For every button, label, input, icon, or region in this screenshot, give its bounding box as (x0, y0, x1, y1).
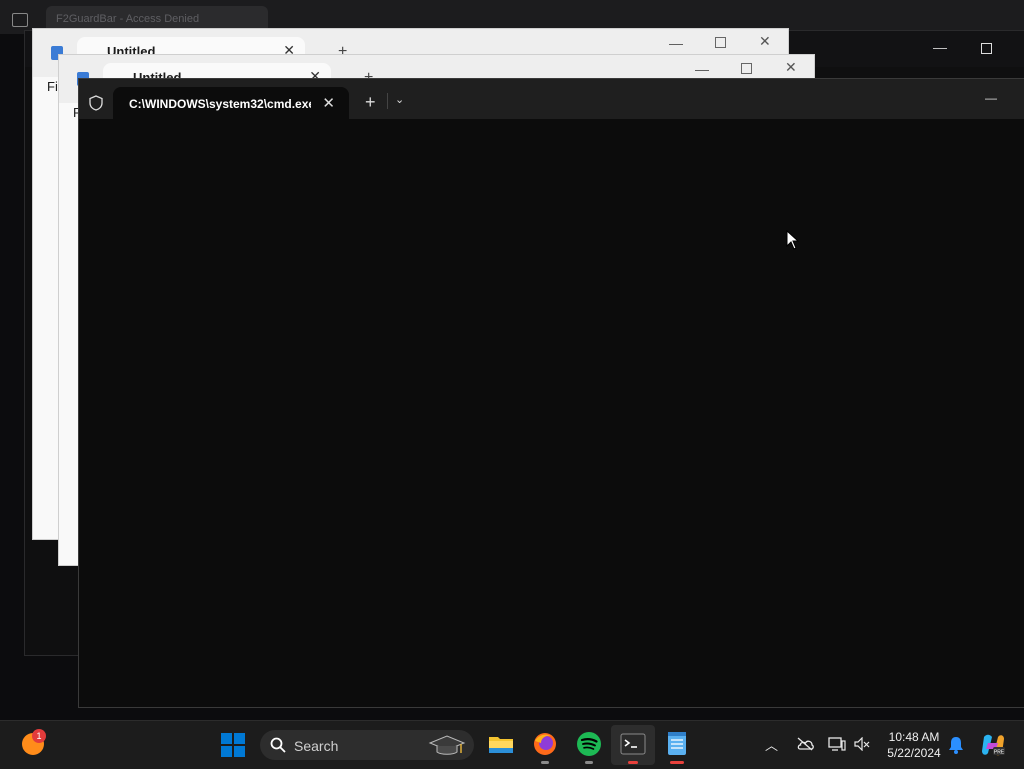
window-switcher-icon[interactable] (12, 13, 28, 27)
notepad-icon[interactable] (664, 731, 690, 757)
maximize-icon[interactable] (981, 43, 992, 54)
notification-badge: 1 (32, 729, 46, 743)
spotify-icon[interactable] (576, 731, 602, 757)
close-icon[interactable]: ✕ (785, 59, 797, 76)
file-explorer-icon[interactable] (488, 731, 514, 757)
search-placeholder: Search (294, 738, 339, 754)
minimize-icon[interactable]: — (695, 61, 709, 77)
close-icon[interactable]: ✕ (759, 33, 771, 50)
clock-date: 5/22/2024 (887, 746, 941, 760)
terminal-tab[interactable]: C:\WINDOWS\system32\cmd.exe ✕ (113, 87, 349, 120)
clock-time: 10:48 AM (888, 730, 940, 744)
onedrive-offline-icon[interactable] (795, 737, 815, 751)
minimize-icon[interactable]: — (669, 35, 683, 51)
firefox-icon[interactable] (532, 731, 558, 757)
shield-icon (89, 95, 103, 111)
search-icon (270, 737, 286, 753)
maximize-icon[interactable] (741, 63, 752, 74)
network-icon[interactable] (828, 736, 846, 752)
active-indicator (670, 761, 684, 764)
terminal-tab-title: C:\WINDOWS\system32\cmd.exe (129, 97, 311, 111)
mouse-cursor-icon (786, 230, 800, 250)
file-menu[interactable]: Fi (47, 79, 58, 94)
active-indicator (628, 761, 638, 764)
terminal-titlebar: C:\WINDOWS\system32\cmd.exe ✕ + ⌄ — (79, 79, 1024, 120)
terminal-icon[interactable] (620, 731, 646, 757)
copilot-pre-badge: PRE (994, 750, 1005, 756)
background-tab-title: F2GuardBar - Access Denied (56, 13, 200, 25)
divider (387, 93, 388, 109)
chevron-up-icon[interactable]: ︿ (765, 735, 778, 754)
chevron-down-icon[interactable]: ⌄ (395, 93, 404, 106)
close-tab-icon[interactable]: ✕ (322, 94, 335, 112)
maximize-icon[interactable] (715, 37, 726, 48)
search-box[interactable]: Search (260, 730, 474, 760)
graduation-cap-icon (428, 735, 466, 755)
notification-bell-icon[interactable] (948, 736, 964, 754)
minimize-icon[interactable]: — (985, 91, 997, 105)
copilot-icon[interactable]: PRE (980, 733, 1006, 757)
running-indicator (541, 761, 549, 764)
running-indicator (585, 761, 593, 764)
new-tab-button[interactable]: + (365, 92, 376, 113)
clock[interactable]: 10:48 AM 5/22/2024 (874, 729, 954, 761)
terminal-window: C:\WINDOWS\system32\cmd.exe ✕ + ⌄ — (78, 78, 1024, 708)
terminal-content[interactable] (79, 119, 1024, 707)
volume-muted-icon[interactable] (854, 737, 870, 751)
taskbar: 1 Search ︿ 10:48 AM 5/22/2024 PRE (0, 720, 1024, 769)
windows-start-icon[interactable] (221, 733, 245, 757)
minimize-icon[interactable]: — (933, 39, 947, 55)
